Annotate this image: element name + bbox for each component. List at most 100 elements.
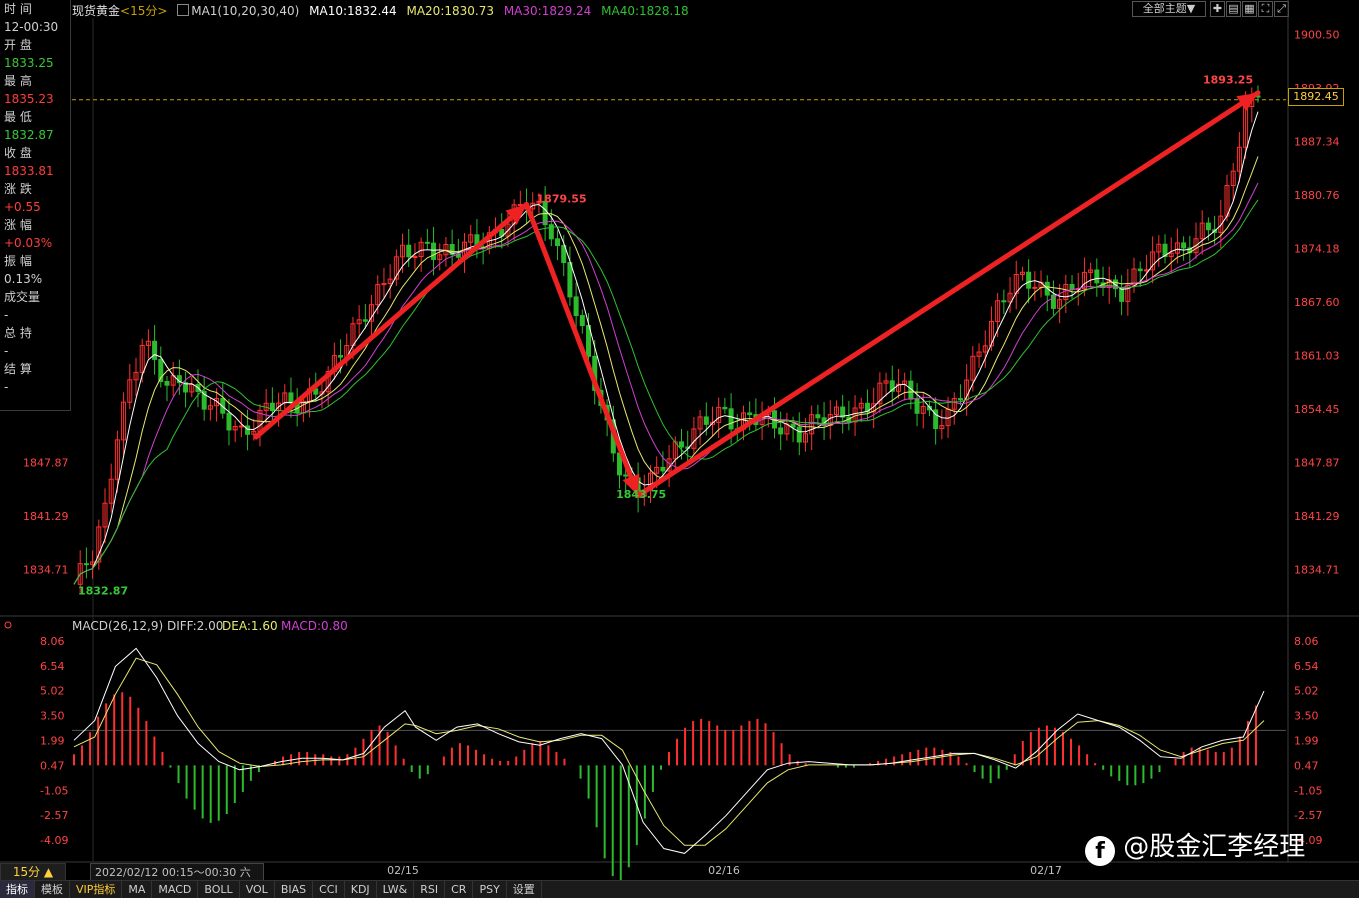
diff-line: [73, 647, 1265, 854]
price-tick-label: 1874.18: [1294, 242, 1340, 255]
price-tick-label-left: 1847.87: [23, 457, 69, 470]
toolbar-tab[interactable]: 模板: [35, 881, 70, 898]
ma-line-ma10: [73, 111, 1259, 585]
candle-body: [245, 425, 251, 435]
candle-body: [288, 392, 294, 404]
trend-arrow-up-1: [253, 201, 530, 440]
candle-body: [412, 256, 418, 259]
candle-body: [152, 340, 158, 360]
toolbar-tab[interactable]: LW&: [377, 881, 415, 898]
price-tick-label: 1861.03: [1294, 349, 1340, 362]
candle-body: [406, 244, 412, 258]
candle-body: [338, 355, 344, 358]
macd-tick-label-left: 1.99: [40, 734, 65, 747]
macd-tick-label: 3.50: [1294, 710, 1319, 723]
candle-body: [1094, 269, 1100, 284]
candle-body: [362, 319, 368, 322]
candle-body: [623, 474, 629, 477]
x-axis-label: 02/15: [387, 864, 419, 877]
x-axis-label: 02/16: [708, 864, 740, 877]
macd-tick-label-left: 6.54: [40, 660, 65, 673]
toolbar-tab[interactable]: PSY: [473, 881, 507, 898]
candle-body: [1137, 268, 1143, 272]
candle-body: [790, 423, 796, 428]
high-annotation: 1893.25: [1203, 73, 1253, 86]
price-tick-label-left: 1841.29: [23, 510, 69, 523]
price-tick-label: 1880.76: [1294, 189, 1340, 202]
candle-body: [1032, 286, 1038, 289]
trend-arrow-down: [524, 201, 641, 499]
candle-body: [722, 406, 728, 410]
macd-tick-label: 5.02: [1294, 685, 1319, 698]
price-tick-label: 1847.87: [1294, 457, 1340, 470]
macd-settings-icon: [4, 621, 12, 629]
ma-line-ma40: [73, 199, 1259, 585]
macd-tick-label-left: -1.05: [40, 784, 68, 797]
candle-body: [703, 416, 709, 425]
macd-tick-label: 1.99: [1294, 734, 1319, 747]
toolbar-tab[interactable]: CCI: [313, 881, 345, 898]
toolbar-tab[interactable]: BIAS: [275, 881, 314, 898]
price-tick-label: 1854.45: [1294, 403, 1340, 416]
price-tick-label: 1834.71: [1294, 564, 1340, 577]
toolbar-tab[interactable]: 指标: [0, 881, 35, 898]
toolbar-tab[interactable]: KDJ: [345, 881, 377, 898]
candle-body: [914, 398, 920, 414]
toolbar-tab[interactable]: MACD: [152, 881, 199, 898]
candle-body: [1069, 283, 1075, 290]
ma-line-ma30: [73, 182, 1259, 585]
facebook-icon: f: [1085, 836, 1115, 866]
macd-tick-label-left: 8.06: [40, 635, 65, 648]
price-tick-label: 1887.34: [1294, 135, 1340, 148]
candle-body: [1205, 222, 1211, 231]
candle-body: [431, 242, 437, 260]
candle-body: [1119, 288, 1125, 302]
price-tick-label: 1841.29: [1294, 510, 1340, 523]
candle-body: [957, 398, 963, 401]
price-tick-label: 1900.50: [1294, 28, 1340, 41]
candle-body: [238, 425, 244, 428]
candle-body: [555, 238, 561, 247]
toolbar-tab[interactable]: VOL: [240, 881, 275, 898]
candle-body: [567, 262, 573, 298]
macd-tick-label-left: 5.02: [40, 685, 65, 698]
high-annotation: 1879.55: [537, 193, 587, 206]
candle-body: [1181, 242, 1187, 249]
price-tick-label-left: 1834.71: [23, 564, 69, 577]
watermark: f @股金汇李经理: [1085, 826, 1305, 866]
ma-line-ma20: [73, 156, 1259, 585]
current-price-tag: 1892.45: [1288, 88, 1344, 106]
macd-value-label: MACD:0.80: [281, 619, 348, 633]
macd-tick-label-left: 0.47: [40, 759, 65, 772]
candle-body: [778, 427, 784, 435]
candle-body: [796, 426, 802, 443]
candle-body: [660, 466, 666, 472]
dea-label: DEA:1.60: [222, 619, 278, 633]
price-chart[interactable]: 1900.501893.921887.341880.761874.181867.…: [0, 0, 1359, 880]
chart-window: 时 间 12-00:30 开 盘 1833.25 最 高 1835.23 最 低 1832.8…: [0, 0, 1359, 898]
macd-title: MACD(26,12,9) DIFF:2.00: [72, 619, 223, 633]
dea-line: [73, 657, 1265, 846]
x-axis-label: 02/17: [1030, 864, 1062, 877]
low-annotation: 1832.87: [78, 585, 128, 598]
candle-body: [728, 408, 734, 430]
candle-body: [226, 412, 232, 431]
macd-tick-label-left: -2.57: [40, 809, 68, 822]
candle-body: [424, 241, 430, 244]
macd-tick-label: 8.06: [1294, 635, 1319, 648]
indicator-toolbar: 指标 模板 VIP指标 MA MACD BOLL VOL BIAS CCI KDJ LW& RSI CR…: [0, 880, 1359, 898]
toolbar-tab[interactable]: BOLL: [198, 881, 240, 898]
macd-tick-label: 0.47: [1294, 759, 1319, 772]
candle-body: [747, 412, 753, 416]
price-tick-label: 1867.60: [1294, 296, 1340, 309]
toolbar-tab[interactable]: RSI: [414, 881, 446, 898]
toolbar-tab[interactable]: MA: [122, 881, 153, 898]
candle-body: [1026, 271, 1032, 289]
candle-body: [573, 296, 579, 317]
toolbar-tab[interactable]: CR: [445, 881, 474, 898]
toolbar-tab[interactable]: 设置: [507, 881, 542, 898]
toolbar-tab[interactable]: VIP指标: [70, 881, 123, 898]
macd-tick-label: -1.05: [1294, 784, 1322, 797]
watermark-text: @股金汇李经理: [1123, 832, 1306, 862]
low-annotation: 1843.75: [616, 488, 666, 501]
